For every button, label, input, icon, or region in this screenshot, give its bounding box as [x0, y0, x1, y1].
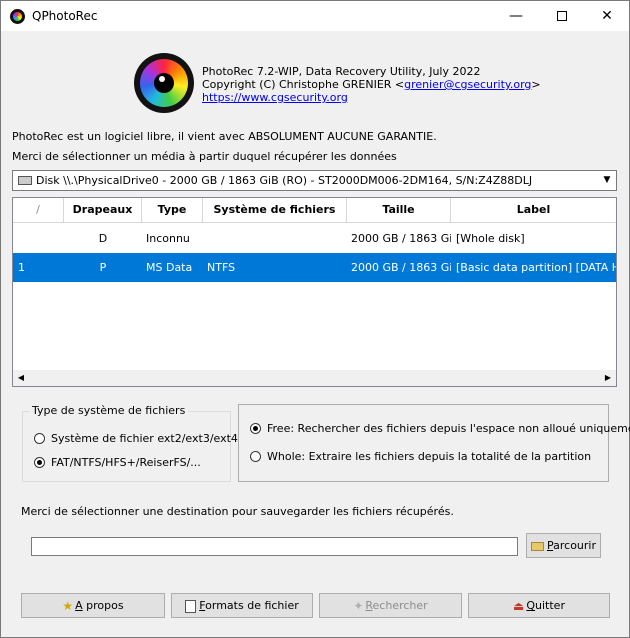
about-label-accel: A: [75, 599, 83, 612]
select-media-label: Merci de sélectionner un média à partir …: [12, 150, 397, 163]
radio-button-whole[interactable]: [250, 451, 261, 462]
radio-button-fat[interactable]: [34, 457, 45, 468]
cell-number: [18, 224, 58, 253]
column-header-label[interactable]: Label: [451, 198, 616, 222]
quit-button[interactable]: ⏏ Quitter: [468, 593, 610, 618]
cell-size: 2000 GB / 1863 GiB: [351, 261, 451, 274]
copyright-line: Copyright (C) Christophe GRENIER <grenie…: [202, 78, 541, 91]
radio-label-whole: Whole: Extraire les fichiers depuis la t…: [267, 450, 592, 463]
star-icon: ★: [62, 599, 74, 613]
cell-filesystem: [207, 224, 347, 253]
column-header-flags[interactable]: Drapeaux: [64, 198, 142, 222]
maximize-icon: [557, 11, 567, 21]
email-link[interactable]: grenier@cgsecurity.org: [404, 78, 531, 91]
search-icon: ✦: [353, 599, 364, 613]
title-bar: QPhotoRec — ✕: [1, 1, 629, 31]
close-button[interactable]: ✕: [584, 1, 630, 31]
search-button[interactable]: ✦ Rechercher: [319, 593, 462, 618]
qphotorec-window: QPhotoRec — ✕ PhotoRec 7.2-WIP, Data Rec…: [0, 0, 630, 638]
browse-label: arcourir: [553, 539, 596, 552]
column-header-type[interactable]: Type: [142, 198, 203, 222]
app-icon: [10, 9, 25, 24]
scope-group: Free: Rechercher des fichiers depuis l'e…: [238, 404, 630, 482]
radio-button-free[interactable]: [250, 423, 261, 434]
disk-select[interactable]: Disk \\.\PhysicalDrive0 - 2000 GB / 1863…: [12, 170, 617, 191]
cell-type: MS Data: [146, 261, 193, 274]
table-row-selected[interactable]: 1 P MS Data NTFS 2000 GB / 1863 GiB [Bas…: [13, 253, 616, 282]
radio-button-ext[interactable]: [34, 433, 45, 444]
disk-select-value: Disk \\.\PhysicalDrive0 - 2000 GB / 1863…: [36, 174, 533, 187]
website-link[interactable]: https://www.cgsecurity.org: [202, 91, 348, 104]
search-label-accel: R: [365, 599, 373, 612]
cell-label: [Whole disk]: [456, 232, 525, 245]
copyright-suffix: >: [531, 78, 541, 91]
scroll-left-icon[interactable]: ◀: [13, 370, 29, 386]
table-row[interactable]: D Inconnu 2000 GB / 1863 GiB [Whole disk…: [13, 224, 616, 253]
version-line: PhotoRec 7.2-WIP, Data Recovery Utility,…: [202, 65, 481, 78]
quit-label: uitter: [535, 599, 565, 612]
table-header: / Drapeaux Type Système de fichiers Tail…: [13, 198, 616, 223]
fs-type-group-title: Type de système de fichiers: [29, 404, 189, 417]
cell-size: 2000 GB / 1863 GiB: [351, 232, 451, 245]
about-label: propos: [82, 599, 124, 612]
destination-input[interactable]: [31, 537, 518, 556]
fs-type-group: Type de système de fichiers Système de f…: [22, 404, 238, 482]
cell-flag: P: [99, 261, 107, 274]
cell-label: [Basic data partition] [DATA HD: [456, 261, 616, 274]
horizontal-scrollbar[interactable]: ◀ ▶: [13, 370, 616, 386]
partition-table: / Drapeaux Type Système de fichiers Tail…: [12, 197, 617, 387]
about-info: PhotoRec 7.2-WIP, Data Recovery Utility,…: [202, 65, 541, 104]
formats-label: ormats de fichier: [205, 599, 299, 612]
document-icon: [185, 599, 197, 613]
quit-label-accel: Q: [526, 599, 536, 612]
exit-icon: ⏏: [513, 599, 525, 613]
minimize-button[interactable]: —: [493, 1, 539, 31]
radio-label-fat: FAT/NTFS/HFS+/ReiserFS/...: [51, 456, 201, 469]
cell-number: 1: [18, 261, 25, 274]
disk-icon: [18, 176, 32, 185]
column-header-number[interactable]: /: [13, 198, 64, 222]
cell-type: Inconnu: [146, 232, 190, 245]
column-header-size[interactable]: Taille: [347, 198, 451, 222]
chevron-down-icon[interactable]: ▼: [600, 173, 614, 188]
folder-icon: [530, 541, 544, 551]
maximize-button[interactable]: [539, 1, 585, 31]
license-text: PhotoRec est un logiciel libre, il vient…: [12, 130, 437, 143]
destination-prompt: Merci de sélectionner une destination po…: [21, 505, 454, 518]
copyright-prefix: Copyright (C) Christophe GRENIER <: [202, 78, 405, 91]
logo-highlight: [159, 76, 165, 82]
radio-label-ext: Système de fichier ext2/ext3/ext4: [51, 432, 238, 445]
cell-filesystem: NTFS: [207, 261, 236, 274]
cell-flag: D: [98, 232, 108, 245]
column-header-filesystem[interactable]: Système de fichiers: [203, 198, 347, 222]
file-formats-button[interactable]: Formats de fichier: [171, 593, 313, 618]
search-label: echercher: [372, 599, 428, 612]
photorec-logo: [134, 53, 194, 113]
window-title: QPhotoRec: [32, 9, 98, 23]
about-button[interactable]: ★ A propos: [21, 593, 165, 618]
scroll-right-icon[interactable]: ▶: [600, 370, 616, 386]
browse-button[interactable]: Parcourir: [526, 533, 601, 558]
radio-label-free: Free: Rechercher des fichiers depuis l'e…: [267, 422, 630, 435]
